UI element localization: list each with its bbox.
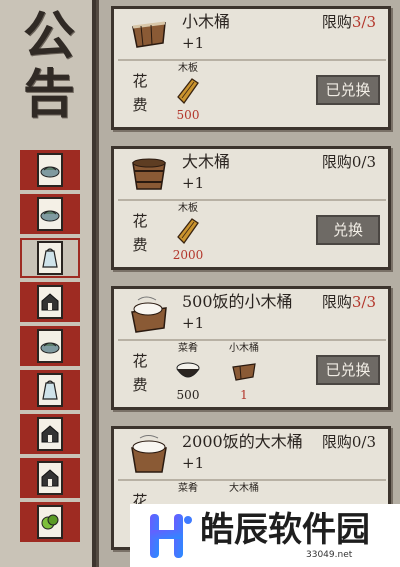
item-title: 小木桶 <box>182 12 231 31</box>
watermark-logo-icon <box>144 510 194 562</box>
material-name: 木板 <box>178 203 198 214</box>
exchange-button[interactable]: 兑换 <box>316 215 380 245</box>
sidebar-item-2[interactable] <box>20 194 80 234</box>
watermark-url: 33049.net <box>306 550 353 560</box>
purchase-limit: 限购3/3 <box>322 291 376 313</box>
material-name: 小木桶 <box>229 343 259 354</box>
sidebar-item-1[interactable] <box>20 150 80 190</box>
small-wooden-bucket-icon <box>218 355 270 387</box>
fish-plate-icon <box>37 329 63 363</box>
cost-label-char: 花 <box>132 72 148 90</box>
sidebar-item-6[interactable] <box>20 370 80 410</box>
exchanged-button[interactable]: 已兑换 <box>316 75 380 105</box>
small-wooden-bucket-icon <box>126 15 172 53</box>
sidebar-item-7[interactable] <box>20 414 80 454</box>
cost-label-char: 花 <box>132 212 148 230</box>
rice-large-bucket-icon <box>126 435 172 473</box>
exchange-card: 500饭的小木桶 +1 限购3/3 花费 菜肴 500 小木桶 1 已兑换 <box>111 286 391 410</box>
item-title: 500饭的小木桶 <box>182 292 293 311</box>
material-name: 木板 <box>178 63 198 74</box>
sidebar-item-3[interactable] <box>20 238 80 278</box>
vegetable-icon <box>37 505 63 539</box>
cost-label-char: 费 <box>132 376 148 394</box>
item-quantity: +1 <box>182 314 205 332</box>
house-icon <box>37 417 63 451</box>
purchase-limit: 限购3/3 <box>322 11 376 33</box>
material: 木板 500 <box>162 63 214 125</box>
cost-row: 花费 木板 500 已兑换 <box>118 59 386 127</box>
rice-bowl-icon <box>162 355 214 387</box>
cost-label: 花费 <box>130 209 150 257</box>
cost-label-char: 费 <box>132 96 148 114</box>
fish-plate-icon <box>37 197 63 231</box>
title-char-2: 告 <box>22 64 75 125</box>
bag-icon <box>37 241 63 275</box>
fish-plate-icon <box>37 153 63 187</box>
material: 小木桶 1 <box>218 343 270 405</box>
limit-value: 0/3 <box>351 433 376 451</box>
purchase-limit: 限购0/3 <box>322 431 376 453</box>
material-count: 500 <box>176 388 200 402</box>
house-icon <box>37 461 63 495</box>
cost-row: 花费 菜肴 500 小木桶 1 已兑换 <box>118 339 386 407</box>
sidebar-item-5[interactable] <box>20 326 80 366</box>
material-name: 大木桶 <box>229 483 259 494</box>
item-quantity: +1 <box>182 174 205 192</box>
limit-label: 限购 <box>321 13 352 31</box>
material: 木板 2000 <box>162 203 214 265</box>
cost-label-char: 费 <box>132 236 148 254</box>
limit-label: 限购 <box>321 433 352 451</box>
item-title: 大木桶 <box>182 152 231 171</box>
limit-value: 3/3 <box>351 293 376 311</box>
exchange-card: 大木桶 +1 限购0/3 花费 木板 2000 兑换 <box>111 146 391 270</box>
material-count: 1 <box>240 388 248 402</box>
cost-label: 花费 <box>130 349 150 397</box>
limit-label: 限购 <box>321 153 352 171</box>
purchase-limit: 限购0/3 <box>322 151 376 173</box>
material-name: 菜肴 <box>178 343 198 354</box>
house-icon <box>37 285 63 319</box>
exchange-card: 小木桶 +1 限购3/3 花费 木板 500 已兑换 <box>111 6 391 130</box>
wood-plank-icon <box>162 75 214 107</box>
watermark-banner: 皓辰软件园 33049.net <box>130 504 400 567</box>
limit-label: 限购 <box>321 293 352 311</box>
sidebar-item-4[interactable] <box>20 282 80 322</box>
cost-row: 花费 木板 2000 兑换 <box>118 199 386 267</box>
material-count: 500 <box>176 108 200 122</box>
rice-small-bucket-icon <box>126 295 172 333</box>
material: 菜肴 500 <box>162 343 214 405</box>
material-name: 菜肴 <box>178 483 198 494</box>
material-count: 2000 <box>172 248 204 262</box>
large-wooden-bucket-icon <box>126 155 172 193</box>
item-quantity: +1 <box>182 34 205 52</box>
wood-plank-icon <box>162 215 214 247</box>
item-quantity: +1 <box>182 454 205 472</box>
cost-label: 花费 <box>130 69 150 117</box>
exchanged-button[interactable]: 已兑换 <box>316 355 380 385</box>
sidebar: 公 告 <box>0 0 96 567</box>
sidebar-item-9[interactable] <box>20 502 80 542</box>
title-char-1: 公 <box>22 6 75 67</box>
sidebar-item-8[interactable] <box>20 458 80 498</box>
bag-icon <box>37 373 63 407</box>
limit-value: 3/3 <box>351 13 376 31</box>
exchange-list[interactable]: 小木桶 +1 限购3/3 花费 木板 500 已兑换 大木桶 +1 限购0/3 … <box>96 0 400 567</box>
cost-label-char: 花 <box>132 352 148 370</box>
limit-value: 0/3 <box>351 153 376 171</box>
item-title: 2000饭的大木桶 <box>182 432 303 451</box>
watermark-text: 皓辰软件园 <box>200 510 370 550</box>
announcement-title: 公 告 <box>14 8 84 124</box>
